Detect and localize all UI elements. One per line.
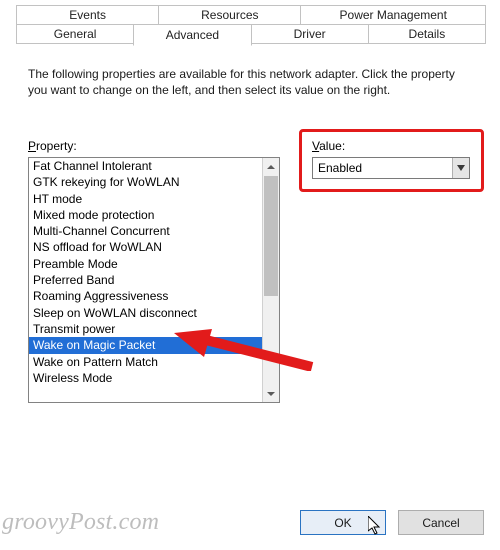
list-item[interactable]: Fat Channel Intolerant — [29, 158, 262, 174]
scroll-thumb[interactable] — [264, 176, 278, 296]
list-item[interactable]: GTK rekeying for WoWLAN — [29, 174, 262, 190]
list-item[interactable]: Preamble Mode — [29, 256, 262, 272]
list-item[interactable]: HT mode — [29, 191, 262, 207]
listbox-scrollbar[interactable] — [262, 158, 279, 402]
value-label: Value: — [312, 139, 345, 153]
dropdown-button[interactable] — [452, 158, 469, 178]
cancel-button-label: Cancel — [422, 516, 459, 530]
tab-general[interactable]: General — [16, 24, 134, 44]
ok-button-label: OK — [334, 516, 351, 530]
list-item[interactable]: Sleep on WoWLAN disconnect — [29, 305, 262, 321]
value-dropdown-text: Enabled — [313, 161, 452, 175]
list-item[interactable]: Wake on Pattern Match — [29, 354, 262, 370]
chevron-down-icon — [267, 392, 275, 396]
tab-details[interactable]: Details — [368, 24, 486, 44]
ok-button[interactable]: OK — [300, 510, 386, 535]
tab-events[interactable]: Events — [16, 5, 159, 25]
list-item[interactable]: Transmit power — [29, 321, 262, 337]
property-listbox[interactable]: Fat Channel IntolerantGTK rekeying for W… — [28, 157, 280, 403]
value-dropdown[interactable]: Enabled — [312, 157, 470, 179]
tab-advanced[interactable]: Advanced — [133, 24, 251, 46]
chevron-up-icon — [267, 165, 275, 169]
tab-driver[interactable]: Driver — [251, 24, 369, 44]
watermark-text: groovyPost.com — [2, 509, 159, 536]
list-item[interactable]: Roaming Aggressiveness — [29, 288, 262, 304]
list-item[interactable]: Multi-Channel Concurrent — [29, 223, 262, 239]
list-item[interactable]: Preferred Band — [29, 272, 262, 288]
cancel-button[interactable]: Cancel — [398, 510, 484, 535]
scroll-up-button[interactable] — [263, 158, 279, 175]
list-item[interactable]: NS offload for WoWLAN — [29, 239, 262, 255]
property-label: Property: — [28, 139, 77, 153]
tab-strip: Events Resources Power Management Genera… — [16, 6, 485, 46]
list-item[interactable]: Wake on Magic Packet — [29, 337, 262, 353]
scroll-down-button[interactable] — [263, 385, 279, 402]
list-item[interactable]: Mixed mode protection — [29, 207, 262, 223]
list-item[interactable]: Wireless Mode — [29, 370, 262, 386]
chevron-down-icon — [457, 165, 465, 171]
tab-power-management[interactable]: Power Management — [300, 5, 486, 25]
description-text: The following properties are available f… — [28, 66, 474, 98]
tab-resources[interactable]: Resources — [158, 5, 301, 25]
